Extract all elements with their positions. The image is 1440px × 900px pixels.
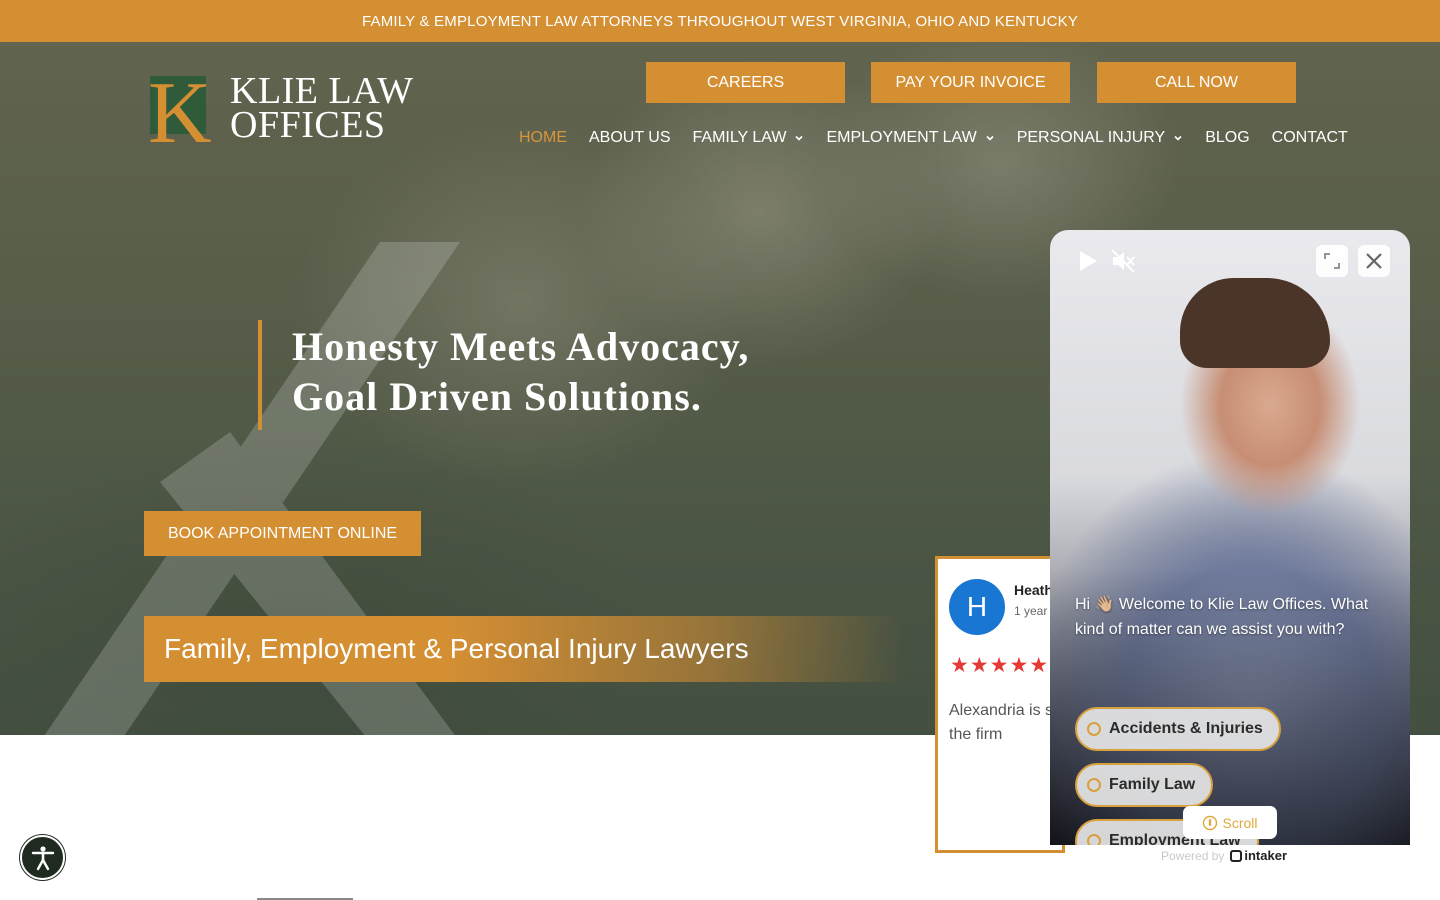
- announcement-bar: FAMILY & EMPLOYMENT LAW ATTORNEYS THROUG…: [0, 0, 1440, 42]
- review-text: Alexandria is s on the phone I call the …: [949, 702, 1062, 743]
- review-time: 1 year: [1014, 604, 1048, 618]
- nav-item-family-law[interactable]: FAMILY LAW: [693, 129, 805, 147]
- pay-invoice-button[interactable]: PAY YOUR INVOICE: [871, 62, 1070, 103]
- widget-welcome-message: Hi 👋🏼 Welcome to Klie Law Offices. What …: [1075, 596, 1369, 638]
- close-widget-button[interactable]: [1358, 245, 1390, 277]
- nav-item-personal-injury[interactable]: PERSONAL INJURY: [1017, 129, 1183, 147]
- reviewer-name: Heath: [1014, 582, 1053, 598]
- widget-shade: [1050, 230, 1410, 845]
- chevron-down-icon: [986, 135, 994, 141]
- nav-item-label: ABOUT US: [589, 129, 671, 146]
- intaker-brand-text: intaker: [1244, 848, 1288, 863]
- scroll-label: Scroll: [1222, 814, 1258, 831]
- close-icon: [1366, 253, 1382, 269]
- hero-headline: Honesty Meets Advocacy, Goal Driven Solu…: [292, 322, 749, 422]
- logo-k-mark: K: [148, 66, 212, 146]
- option-family-law[interactable]: Family Law: [1075, 763, 1214, 807]
- intaker-brand: intaker: [1230, 848, 1287, 863]
- hero-headline-line2: Goal Driven Solutions.: [292, 374, 702, 419]
- nav-item-label: PERSONAL INJURY: [1016, 129, 1166, 146]
- nav-item-label: FAMILY LAW: [692, 129, 787, 146]
- book-appointment-button[interactable]: BOOK APPOINTMENT ONLINE: [144, 511, 421, 556]
- powered-by[interactable]: Powered by intaker: [1161, 848, 1287, 863]
- play-button[interactable]: [1070, 244, 1104, 278]
- radio-icon: [1087, 722, 1101, 736]
- video-chat-widget[interactable]: Hi 👋🏼 Welcome to Klie Law Offices. What …: [1050, 230, 1410, 845]
- announcement-text: FAMILY & EMPLOYMENT LAW ATTORNEYS THROUG…: [361, 12, 1079, 30]
- site-logo[interactable]: K KLIE LAW OFFICES: [148, 66, 418, 150]
- chevron-down-icon: [795, 135, 804, 141]
- review-stars: ★★★★★: [950, 654, 1050, 677]
- headline-accent-bar: [258, 320, 262, 430]
- reviewer-avatar: H: [949, 579, 1005, 635]
- nav-item-label: HOME: [519, 129, 567, 146]
- nav-item-employment-law[interactable]: EMPLOYMENT LAW: [826, 129, 994, 147]
- intaker-logo-icon: [1230, 849, 1243, 862]
- hero-tagline: Family, Employment & Personal Injury Law…: [144, 616, 904, 682]
- svg-text:K: K: [148, 66, 212, 146]
- mute-button[interactable]: [1106, 244, 1140, 278]
- radio-icon: [1087, 834, 1101, 845]
- nav-item-about[interactable]: ABOUT US: [589, 129, 671, 147]
- accessibility-button[interactable]: [20, 835, 65, 880]
- hero-tagline-text: Family, Employment & Personal Injury Law…: [164, 633, 749, 664]
- review-card[interactable]: H Heath 1 year ★★★★★ Alexandria is s on …: [935, 556, 1065, 853]
- option-label: Accidents & Injuries: [1109, 720, 1263, 737]
- nav-item-label: CONTACT: [1271, 129, 1348, 146]
- accessibility-icon: [31, 845, 54, 870]
- expand-button[interactable]: [1316, 245, 1348, 277]
- chevron-down-icon: [1174, 135, 1182, 141]
- careers-button[interactable]: CAREERS: [646, 62, 845, 103]
- page: FAMILY & EMPLOYMENT LAW ATTORNEYS THROUG…: [0, 0, 1440, 900]
- logo-text-line2: OFFICES: [230, 104, 386, 146]
- nav-item-contact[interactable]: CONTACT: [1272, 129, 1348, 147]
- option-accidents-injuries[interactable]: Accidents & Injuries: [1075, 707, 1281, 751]
- scroll-hint-button[interactable]: Scroll: [1183, 806, 1277, 839]
- main-nav: HOME ABOUT US FAMILY LAW EMPLOYMENT LAW …: [519, 126, 1348, 150]
- powered-by-label: Powered by: [1161, 848, 1225, 863]
- nav-item-blog[interactable]: BLOG: [1205, 129, 1249, 147]
- nav-item-label: BLOG: [1205, 129, 1250, 146]
- hand-icon: [1203, 815, 1218, 830]
- play-icon: [1080, 251, 1097, 271]
- radio-icon: [1087, 778, 1101, 792]
- nav-item-home[interactable]: HOME: [519, 129, 567, 147]
- option-label: Family Law: [1109, 776, 1196, 793]
- hero-headline-line1: Honesty Meets Advocacy,: [292, 324, 750, 369]
- call-now-button[interactable]: CALL NOW: [1097, 62, 1296, 103]
- nav-item-label: EMPLOYMENT LAW: [826, 129, 977, 146]
- mute-icon: [1111, 249, 1135, 273]
- expand-icon: [1324, 253, 1340, 269]
